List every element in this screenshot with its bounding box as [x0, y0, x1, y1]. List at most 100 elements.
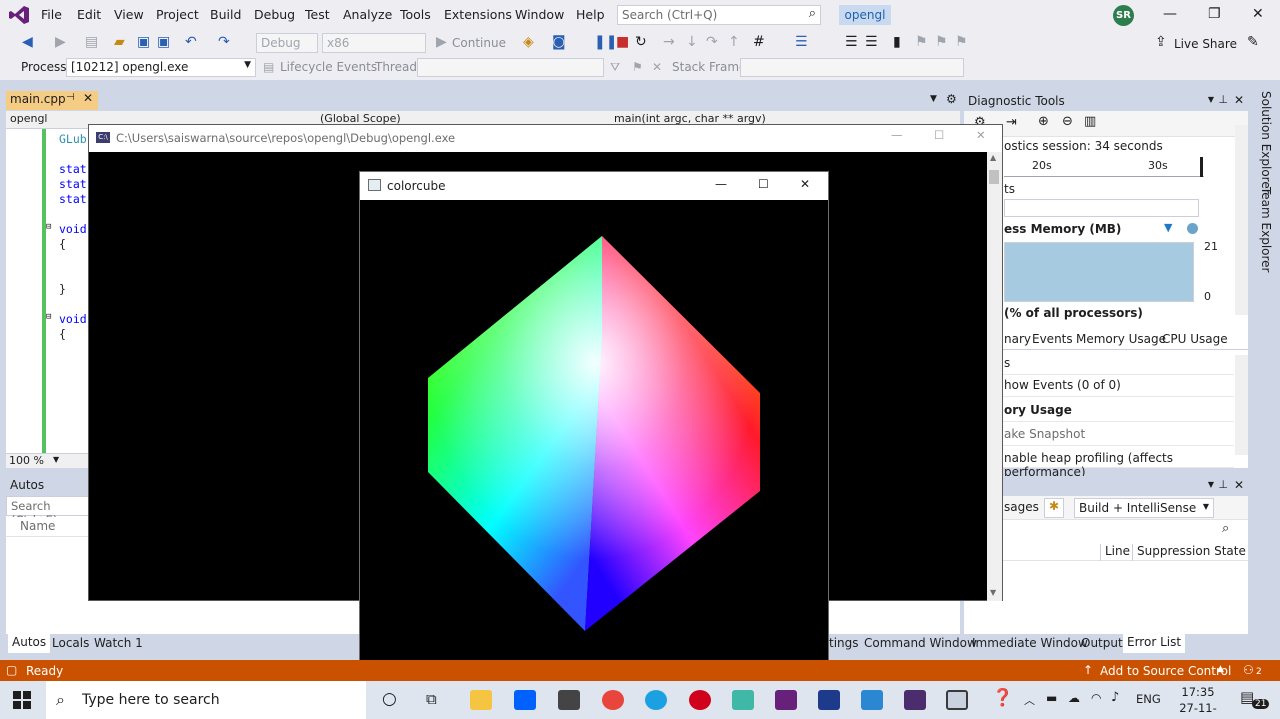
arduino-icon[interactable]	[732, 690, 754, 710]
maximize-icon[interactable]: ❐	[1208, 6, 1221, 22]
menu-project[interactable]: Project	[156, 7, 199, 22]
take-snapshot-button[interactable]: ake Snapshot	[964, 422, 1234, 446]
tab-close-icon[interactable]: ✕	[83, 91, 93, 105]
console-scrollbar[interactable]: ▲ ▼	[987, 152, 1002, 601]
bookmark-next-icon[interactable]: ⚑	[935, 34, 948, 50]
hot-reload-icon[interactable]: ◈	[523, 34, 534, 50]
menu-window[interactable]: Window	[515, 7, 564, 22]
devcpp-icon[interactable]	[818, 690, 840, 710]
lifecycle-events-button[interactable]: Lifecycle Events	[280, 60, 377, 74]
zoom-level-dropdown[interactable]: 100 %	[9, 454, 44, 467]
onedrive-icon[interactable]: ☁	[1068, 691, 1080, 705]
autos-search-input[interactable]: Search (Ctrl+E)	[6, 496, 96, 527]
bookmark-clear-icon[interactable]: ⚑	[955, 34, 968, 50]
tab-watch-1[interactable]: Watch 1	[94, 636, 143, 650]
windows-start-icon[interactable]	[13, 691, 31, 709]
undo-icon[interactable]: ↶	[185, 34, 197, 50]
taskbar-search-box[interactable]: ⌕ Type here to search	[46, 681, 366, 719]
live-share-button[interactable]: Live Share	[1174, 37, 1237, 51]
add-to-source-control-button[interactable]: Add to Source Control	[1100, 664, 1231, 678]
collapse-icon[interactable]: ⊟	[46, 312, 51, 322]
hex-display-icon[interactable]: #	[753, 34, 765, 50]
platform-dropdown[interactable]: x86	[322, 33, 426, 53]
tab-overflow-icon[interactable]: ▼	[930, 94, 937, 104]
continue-button[interactable]: Continue	[452, 36, 506, 50]
diag-scrollbar-bottom[interactable]	[1235, 355, 1248, 455]
filter-icon[interactable]: ⛛	[610, 60, 620, 75]
menu-edit[interactable]: Edit	[77, 7, 101, 22]
tab-output[interactable]: Output	[1081, 636, 1123, 650]
pin-icon[interactable]: ⊥	[1218, 93, 1228, 106]
file-explorer-icon[interactable]	[470, 690, 492, 710]
live-share-icon[interactable]: ⇪	[1155, 34, 1167, 50]
tab-command-window[interactable]: Command Window	[864, 636, 977, 650]
maximize-icon[interactable]: ☐	[758, 177, 769, 191]
tab-autos[interactable]: Autos	[8, 634, 51, 653]
settings-icon[interactable]: ⚙	[946, 92, 957, 106]
line-column-header[interactable]: Line	[1100, 544, 1130, 561]
tab-events[interactable]: Events	[1032, 332, 1073, 346]
diag-scrollbar-top[interactable]	[1235, 125, 1248, 315]
open-folder-icon[interactable]: ▰	[114, 34, 125, 50]
pin-icon[interactable]: ⊥	[1218, 478, 1228, 491]
reset-view-icon[interactable]: ▥	[1084, 114, 1096, 129]
project-scope-dropdown[interactable]: opengl	[10, 112, 48, 125]
close-icon[interactable]: ✕	[800, 177, 810, 191]
stack-frame-dropdown[interactable]	[740, 58, 964, 77]
menu-help[interactable]: Help	[576, 7, 605, 22]
close-icon[interactable]: ✕	[1234, 93, 1244, 107]
show-events-link[interactable]: how Events (0 of 0)	[964, 373, 1234, 397]
task-view-icon[interactable]: ⧉	[426, 690, 437, 708]
menu-debug[interactable]: Debug	[254, 7, 295, 22]
team-explorer-tab[interactable]: Team Explorer	[1259, 187, 1273, 273]
bookmark-prev-icon[interactable]: ⚑	[915, 34, 928, 50]
restart-icon[interactable]: ↻	[635, 34, 647, 50]
visual-studio-icon[interactable]	[775, 690, 797, 710]
redo-icon[interactable]: ↷	[218, 34, 230, 50]
menu-build[interactable]: Build	[210, 7, 241, 22]
save-all-icon[interactable]: ▣	[157, 34, 170, 50]
close-icon[interactable]: ✕	[1234, 478, 1244, 492]
messages-filter[interactable]: sages	[1004, 500, 1039, 514]
tab-memory-usage[interactable]: Memory Usage	[1076, 332, 1166, 346]
forward-icon[interactable]: ▶	[55, 34, 66, 50]
tab-summary[interactable]: nary	[1004, 332, 1031, 346]
tab-error-list[interactable]: Error List	[1123, 634, 1186, 653]
tab-immediate-window[interactable]: Immediate Window	[972, 636, 1088, 650]
tab-locals[interactable]: Locals	[52, 636, 89, 650]
console-title-bar[interactable]: C:\ C:\Users\saiswarna\source\repos\open…	[89, 125, 1002, 152]
memory-usage-chart[interactable]	[1004, 242, 1194, 302]
step-over-icon[interactable]: ↷	[706, 34, 718, 50]
events-track[interactable]	[1004, 199, 1199, 217]
outdent-icon[interactable]: ☰	[845, 34, 858, 50]
store-icon[interactable]	[558, 690, 580, 710]
photos-icon[interactable]	[861, 690, 883, 710]
maximize-icon[interactable]: ☐	[934, 128, 944, 142]
cortana-icon[interactable]: ○	[382, 689, 397, 709]
tab-main-cpp[interactable]: main.cpp ⊣ ✕	[6, 91, 98, 110]
tab-cpu-usage[interactable]: CPU Usage	[1162, 332, 1228, 346]
close-icon[interactable]: ✕	[976, 128, 986, 142]
stop-icon[interactable]: ■	[616, 34, 629, 50]
thread-dropdown[interactable]	[417, 58, 604, 77]
zoom-out-icon[interactable]: ⊖	[1062, 114, 1073, 129]
show-next-statement-icon[interactable]: →	[663, 34, 675, 50]
notification-icon[interactable]: ⚇	[1243, 663, 1254, 677]
tray-app-icon[interactable]: ▬	[1046, 691, 1057, 705]
minimize-icon[interactable]: —	[1163, 6, 1177, 22]
wifi-icon[interactable]: ◠	[1091, 691, 1101, 705]
scroll-down-icon[interactable]: ▼	[990, 588, 996, 597]
build-intellisense-dropdown[interactable]: Build + IntelliSense ▼	[1074, 498, 1214, 518]
suppression-column-header[interactable]: Suppression State	[1132, 544, 1246, 561]
chevron-down-icon[interactable]: ▼	[1208, 480, 1214, 489]
menu-tools[interactable]: Tools	[400, 7, 431, 22]
indent-icon[interactable]: ☰	[865, 34, 878, 50]
pin-icon[interactable]: ⊣	[66, 92, 75, 103]
pause-icon[interactable]: ❚❚	[594, 34, 617, 50]
process-dropdown[interactable]: [10212] opengl.exe ▼	[66, 58, 256, 77]
menu-test[interactable]: Test	[305, 7, 330, 22]
active-window-icon[interactable]	[946, 690, 968, 710]
input-language[interactable]: ENG	[1136, 692, 1161, 706]
zoom-in-icon[interactable]: ⊕	[1038, 114, 1049, 129]
minimize-icon[interactable]: —	[891, 128, 903, 142]
